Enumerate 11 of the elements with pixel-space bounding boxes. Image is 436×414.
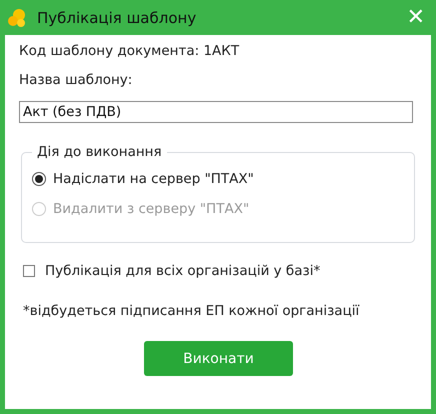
radio-button[interactable] bbox=[32, 172, 46, 186]
note-text: *відбудеться підписання ЕП кожної організації bbox=[23, 303, 360, 319]
template-name-label: Назва шаблону: bbox=[19, 72, 134, 88]
checkbox[interactable] bbox=[23, 265, 35, 277]
template-name-field[interactable]: Акт (без ПДВ) bbox=[19, 101, 413, 123]
group-legend: Дія до виконання bbox=[32, 144, 167, 160]
radio-label[interactable]: Надіслати на сервер "ПТАХ" bbox=[53, 171, 254, 187]
window-title: Публікація шаблону bbox=[37, 8, 198, 26]
template-code-text: Код шаблону документа: 1АКТ bbox=[19, 43, 240, 59]
app-logo-icon bbox=[7, 8, 27, 28]
checkbox-label[interactable]: Публікація для всіх організацій у базі* bbox=[45, 263, 320, 279]
